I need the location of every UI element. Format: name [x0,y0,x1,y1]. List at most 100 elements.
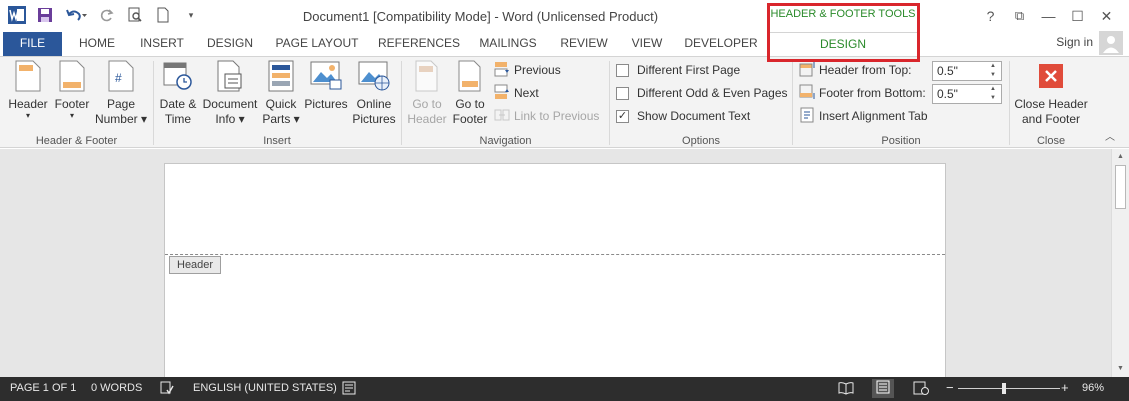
spin-down-icon[interactable]: ▼ [990,94,1000,103]
tab-design[interactable]: DESIGN [203,32,257,56]
spin-arrows[interactable]: ▲ ▼ [990,85,1000,103]
link-to-previous-button[interactable]: Link to Previous [494,106,599,126]
web-layout-icon[interactable] [913,381,929,398]
group-label-insert: Insert [263,135,291,147]
tab-references[interactable]: REFERENCES [378,32,460,56]
group-navigation: Go to Header Go to Footer Previous Next … [402,57,609,149]
document-info-button[interactable]: Document Info ▾ [200,59,260,127]
picture-icon [310,59,342,93]
avatar[interactable] [1099,31,1123,55]
spin-down-icon[interactable]: ▼ [990,71,1000,80]
status-bar: PAGE 1 OF 1 0 WORDS ENGLISH (UNITED STAT… [0,377,1129,401]
group-close: Close Header and Footer Close [1010,57,1092,149]
next-button[interactable]: Next [494,83,539,103]
close-header-footer-button[interactable]: Close Header and Footer [1012,59,1090,127]
tab-developer[interactable]: DEVELOPER [683,32,759,56]
different-first-page-checkbox[interactable]: Different First Page [616,60,740,80]
date-time-button[interactable]: Date & Time [156,59,200,127]
document-canvas: Header [0,149,1111,379]
header-from-top-label: Header from Top: [799,60,912,80]
tab-review[interactable]: REVIEW [557,32,611,56]
maximize-button[interactable]: ☐ [1063,4,1092,28]
ribbon-display-options-button[interactable]: ⧉ [1005,4,1034,28]
word-count[interactable]: 0 WORDS [91,382,142,394]
group-insert: Date & Time Document Info ▾ Quick Parts … [154,57,400,149]
page-number-icon: # [105,59,137,93]
zoom-level[interactable]: 96% [1082,382,1104,394]
footer-button[interactable]: Footer ▾ [50,59,94,120]
checkbox-checked[interactable]: ✓ [616,109,629,123]
show-document-text-checkbox[interactable]: ✓ Show Document Text [616,106,750,126]
pictures-button[interactable]: Pictures [302,59,350,112]
page-count[interactable]: PAGE 1 OF 1 [10,382,76,394]
vertical-scrollbar[interactable]: ▲ ▼ [1111,149,1129,377]
group-options: Different First Page Different Odd & Eve… [610,57,792,149]
go-to-header-icon [411,59,443,93]
svg-text:#: # [115,71,122,85]
spin-up-icon[interactable]: ▲ [990,85,1000,94]
close-button[interactable]: ✕ [1092,4,1121,28]
print-layout-icon[interactable] [872,379,894,398]
collapse-ribbon-icon[interactable]: ︿ [1105,128,1115,143]
ribbon-tabs: FILE HOME INSERT DESIGN PAGE LAYOUT REFE… [0,31,1129,56]
window-title: Document1 [Compatibility Mode] - Word (U… [302,9,659,24]
calendar-clock-icon [162,59,194,93]
zoom-slider-track[interactable] [958,388,1060,389]
previous-button[interactable]: Previous [494,60,561,80]
page-number-button[interactable]: # Page Number ▾ [94,59,148,127]
online-picture-icon [358,59,390,93]
link-icon [494,107,510,126]
group-position: Header from Top: 0.5" ▲ ▼ Footer from Bot… [793,57,1009,149]
previous-section-icon [494,61,510,80]
document-page[interactable]: Header [164,163,946,379]
help-button[interactable]: ? [976,4,1005,28]
quick-parts-button[interactable]: Quick Parts ▾ [260,59,302,127]
macro-recording-icon[interactable] [342,381,356,398]
header-button[interactable]: Header ▾ [6,59,50,120]
group-label-header-footer: Header & Footer [35,135,118,147]
minimize-button[interactable]: — [1034,4,1063,28]
online-pictures-button[interactable]: Online Pictures [350,59,398,127]
go-to-footer-button[interactable]: Go to Footer [449,59,491,127]
header-boundary-line [165,254,945,255]
tab-insert[interactable]: INSERT [136,32,188,56]
chevron-down-icon: ▾ [69,111,74,120]
tab-home[interactable]: HOME [72,32,122,56]
ribbon: Header ▾ Footer ▾ # Page Number ▾ Header… [0,56,1129,148]
header-icon [12,59,44,93]
close-x-icon [1035,59,1067,93]
sign-in-link[interactable]: Sign in [1056,35,1093,49]
header-from-top-input[interactable]: 0.5" ▲ ▼ [932,61,1002,81]
go-to-footer-icon [454,59,486,93]
footer-position-icon [799,84,815,103]
group-header-footer: Header ▾ Footer ▾ # Page Number ▾ Header… [0,57,153,149]
checkbox-box[interactable] [616,63,629,77]
header-position-icon [799,61,815,80]
spin-up-icon[interactable]: ▲ [990,62,1000,71]
zoom-out-button[interactable]: − [946,380,954,395]
zoom-slider-thumb[interactable] [1002,383,1006,394]
different-odd-even-checkbox[interactable]: Different Odd & Even Pages [616,83,788,103]
proofing-icon[interactable] [160,381,174,398]
group-label-position: Position [881,135,921,147]
insert-alignment-tab-button[interactable]: Insert Alignment Tab [799,106,928,126]
scroll-up-icon[interactable]: ▲ [1112,150,1129,164]
read-mode-icon[interactable] [838,381,854,398]
zoom-in-button[interactable]: + [1061,380,1069,395]
next-section-icon [494,84,510,103]
chevron-down-icon: ▾ [25,111,30,120]
go-to-header-button[interactable]: Go to Header [405,59,449,127]
language-indicator[interactable]: ENGLISH (UNITED STATES) [193,382,337,394]
group-label-options: Options [682,135,720,147]
scroll-down-icon[interactable]: ▼ [1112,362,1129,376]
tab-view[interactable]: VIEW [626,32,668,56]
checkbox-box[interactable] [616,86,629,100]
tab-file[interactable]: FILE [3,32,62,56]
scroll-thumb[interactable] [1115,165,1126,209]
tab-mailings[interactable]: MAILINGS [474,32,542,56]
footer-from-bottom-input[interactable]: 0.5" ▲ ▼ [932,84,1002,104]
tab-header-footer-design[interactable]: DESIGN [768,32,918,56]
alignment-tab-icon [799,107,815,126]
spin-arrows[interactable]: ▲ ▼ [990,62,1000,80]
tab-page-layout[interactable]: PAGE LAYOUT [272,32,362,56]
